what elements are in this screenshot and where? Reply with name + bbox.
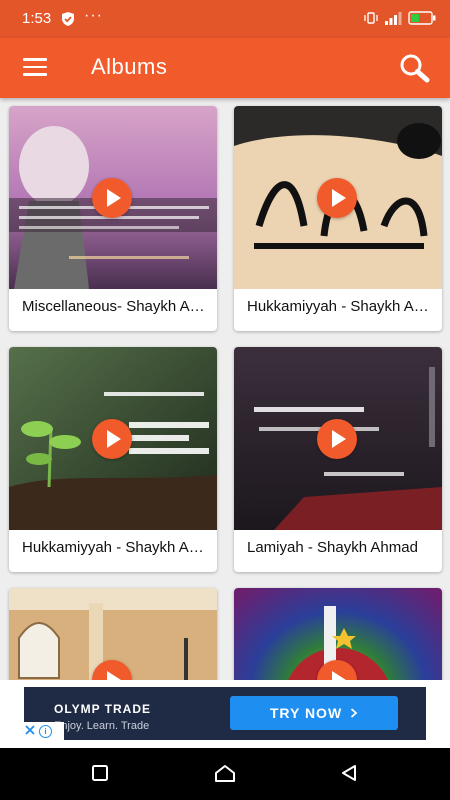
album-card[interactable]: Hukkamiyyah - Shaykh Ahmad [234,106,442,331]
signal-icon [384,11,402,30]
album-card[interactable] [9,588,217,680]
play-button[interactable] [317,178,357,218]
ad-brand: OLYMP TRADE [54,702,152,716]
album-title: Hukkamiyyah - Shaykh Ahmad [247,298,435,315]
recents-square-icon[interactable] [91,764,109,787]
back-icon[interactable] [340,764,358,787]
vibrate-icon [364,11,378,30]
shield-icon [60,11,76,32]
search-icon[interactable] [398,52,432,84]
ad-cta-button[interactable]: TRY NOW [230,696,398,730]
play-button[interactable] [317,419,357,459]
album-card[interactable]: Lamiyah - Shaykh Ahmad [234,347,442,572]
status-time: 1:53 [22,10,52,27]
chevron-right-icon [350,705,358,721]
navigation-bar [0,748,450,800]
album-title: Hukkamiyyah - Shaykh Ahmad [22,539,210,556]
album-card[interactable] [234,588,442,680]
albums-grid: Miscellaneous- Shaykh Ahmad Hukkamiyyah … [0,98,450,680]
app-bar: Albums [0,38,450,98]
album-title: Lamiyah - Shaykh Ahmad [247,539,418,556]
album-title: Miscellaneous- Shaykh Ahmad [22,298,210,315]
status-bar: 1:53 ··· [0,0,450,38]
album-card[interactable]: Hukkamiyyah - Shaykh Ahmad [9,347,217,572]
play-button[interactable] [92,178,132,218]
page-title: Albums [91,54,168,79]
menu-icon[interactable] [23,58,47,76]
close-icon[interactable] [24,724,36,739]
home-icon[interactable] [214,764,236,787]
battery-icon [408,11,436,30]
play-button[interactable] [92,419,132,459]
ad-choices[interactable]: i [24,722,64,740]
ad-banner[interactable]: OLYMP TRADE Enjoy. Learn. Trade TRY NOW [24,687,426,740]
album-card[interactable]: Miscellaneous- Shaykh Ahmad [9,106,217,331]
info-icon[interactable]: i [39,724,52,738]
ad-container: OLYMP TRADE Enjoy. Learn. Trade TRY NOW … [0,680,450,748]
status-overflow-dots: ··· [84,7,103,24]
ad-cta-label: TRY NOW [269,705,343,721]
ad-tagline: Enjoy. Learn. Trade [54,720,150,732]
